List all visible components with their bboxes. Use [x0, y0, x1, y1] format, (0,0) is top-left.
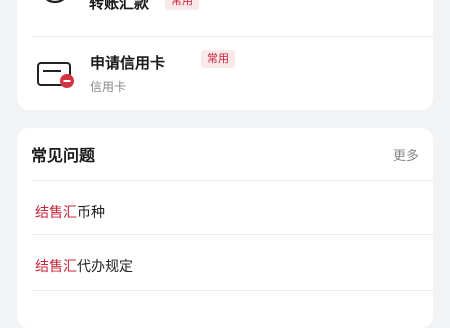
faq-item-highlight: 结售汇: [35, 259, 77, 275]
faq-item-highlight: 结售汇: [35, 205, 77, 221]
service-item-credit-card[interactable]: 申请信用卡 常用 信用卡: [17, 37, 433, 109]
service-title: 转账汇款: [89, 0, 150, 12]
services-card: 转账汇款 常用 申请信用卡 常用 信用卡: [17, 0, 433, 110]
faq-item-currency[interactable]: 结售汇币种: [35, 202, 105, 222]
credit-card-icon: [37, 59, 75, 93]
more-link[interactable]: 更多: [393, 145, 419, 164]
service-item-transfer[interactable]: 转账汇款 常用: [17, 0, 433, 36]
section-title: 常见问题: [31, 146, 96, 165]
divider: [31, 180, 433, 181]
transfer-icon: [37, 0, 73, 20]
status-badge: 常用: [165, 0, 199, 10]
faq-item-text: 代办规定: [77, 259, 133, 275]
faq-item-text: 币种: [77, 205, 105, 221]
service-title: 申请信用卡: [90, 54, 166, 72]
faq-item-agency-rules[interactable]: 结售汇代办规定: [35, 256, 133, 276]
status-badge: 常用: [201, 50, 235, 68]
divider: [31, 290, 433, 291]
faq-card: 常见问题 更多 结售汇币种 结售汇代办规定: [17, 128, 433, 328]
service-subtitle: 信用卡: [90, 80, 127, 94]
divider: [31, 234, 433, 235]
